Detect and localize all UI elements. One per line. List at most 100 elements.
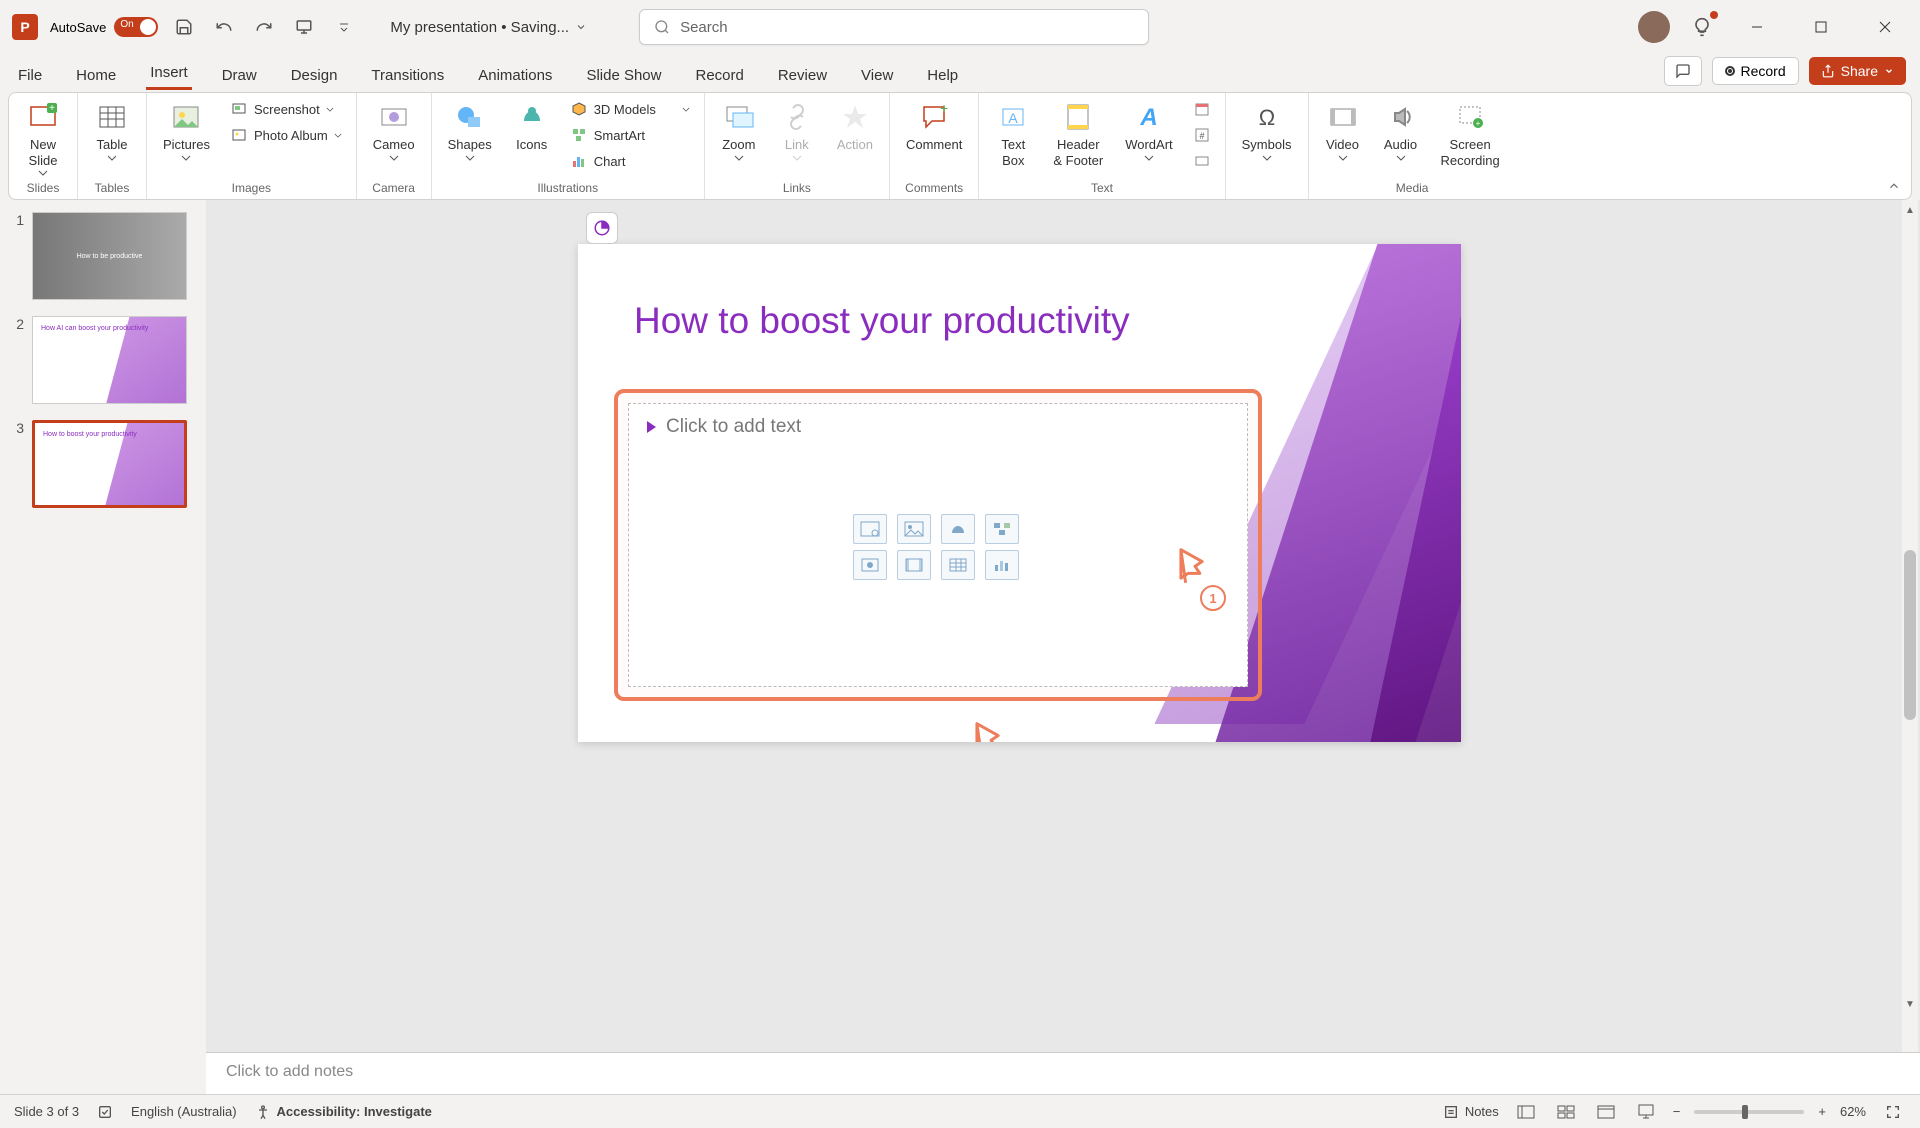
zoom-in-button[interactable]: + bbox=[1818, 1104, 1826, 1119]
spell-check-icon[interactable] bbox=[97, 1104, 113, 1120]
symbols-button[interactable]: ΩSymbols bbox=[1236, 97, 1298, 163]
table-button[interactable]: Table bbox=[88, 97, 136, 163]
object-button[interactable] bbox=[1189, 149, 1215, 173]
insert-video-icon[interactable] bbox=[897, 550, 931, 580]
smartart-button[interactable]: SmartArt bbox=[566, 123, 694, 147]
thumbnail-slide-3[interactable]: 3 How to boost your productivity bbox=[10, 420, 196, 508]
zoom-button[interactable]: Zoom bbox=[715, 97, 763, 163]
notes-toggle[interactable]: Notes bbox=[1443, 1104, 1499, 1120]
search-input[interactable]: Search bbox=[639, 9, 1149, 45]
ribbon: + New Slide Slides Table Tables Pictures bbox=[8, 92, 1912, 200]
new-slide-button[interactable]: + New Slide bbox=[19, 97, 67, 178]
customize-qat-button[interactable] bbox=[330, 13, 358, 41]
thumbnail-slide-1[interactable]: 1 How to be productive bbox=[10, 212, 196, 300]
document-title[interactable]: My presentation • Saving... bbox=[390, 19, 587, 36]
video-button[interactable]: Video bbox=[1319, 97, 1367, 163]
insert-chart-icon[interactable] bbox=[985, 550, 1019, 580]
insert-stock-image-icon[interactable] bbox=[853, 514, 887, 544]
minimize-button[interactable] bbox=[1734, 11, 1780, 43]
wordart-button[interactable]: AWordArt bbox=[1119, 97, 1178, 163]
slide-sorter-button[interactable] bbox=[1553, 1102, 1579, 1122]
comments-pane-button[interactable] bbox=[1664, 56, 1702, 86]
insert-cameo-icon[interactable] bbox=[853, 550, 887, 580]
accessibility-checker[interactable]: Accessibility: Investigate bbox=[255, 1104, 432, 1120]
tab-help[interactable]: Help bbox=[923, 61, 962, 90]
screenshot-button[interactable]: Screenshot bbox=[226, 97, 346, 121]
record-button[interactable]: Record bbox=[1712, 57, 1799, 85]
content-insert-icons bbox=[853, 514, 1023, 580]
designer-button[interactable] bbox=[586, 212, 618, 244]
svg-text:Ω: Ω bbox=[1258, 105, 1274, 130]
slide-counter[interactable]: Slide 3 of 3 bbox=[14, 1104, 79, 1119]
toggle-switch-icon[interactable]: On bbox=[114, 17, 158, 37]
share-button[interactable]: Share bbox=[1809, 57, 1906, 85]
tab-file[interactable]: File bbox=[14, 61, 46, 90]
tab-slideshow[interactable]: Slide Show bbox=[582, 61, 665, 90]
group-label-text: Text bbox=[1091, 181, 1113, 197]
insert-smartart-icon[interactable] bbox=[985, 514, 1019, 544]
notes-pane[interactable]: Click to add notes bbox=[206, 1052, 1920, 1094]
tab-animations[interactable]: Animations bbox=[474, 61, 556, 90]
content-placeholder[interactable]: Click to add text bbox=[628, 403, 1248, 687]
scroll-up-icon[interactable]: ▲ bbox=[1902, 202, 1918, 218]
close-button[interactable] bbox=[1862, 11, 1908, 43]
tab-record[interactable]: Record bbox=[691, 61, 747, 90]
action-button: Action bbox=[831, 97, 879, 155]
tab-home[interactable]: Home bbox=[72, 61, 120, 90]
textbox-button[interactable]: AText Box bbox=[989, 97, 1037, 170]
chevron-down-icon bbox=[1262, 155, 1272, 161]
tab-transitions[interactable]: Transitions bbox=[367, 61, 448, 90]
date-time-button[interactable] bbox=[1189, 97, 1215, 121]
cameo-button[interactable]: Cameo bbox=[367, 97, 421, 163]
insert-picture-icon[interactable] bbox=[897, 514, 931, 544]
normal-view-button[interactable] bbox=[1513, 1102, 1539, 1122]
slide-title[interactable]: How to boost your productivity bbox=[634, 300, 1130, 342]
vertical-scrollbar[interactable]: ▲ ▼ bbox=[1902, 200, 1918, 1052]
language-indicator[interactable]: English (Australia) bbox=[131, 1104, 237, 1119]
save-icon[interactable] bbox=[170, 13, 198, 41]
collapse-ribbon-button[interactable] bbox=[1887, 179, 1901, 193]
redo-button[interactable] bbox=[250, 13, 278, 41]
user-avatar[interactable] bbox=[1638, 11, 1670, 43]
3d-models-button[interactable]: 3D Models bbox=[566, 97, 694, 121]
pictures-button[interactable]: Pictures bbox=[157, 97, 216, 163]
shapes-button[interactable]: Shapes bbox=[442, 97, 498, 163]
maximize-button[interactable] bbox=[1798, 11, 1844, 43]
icons-button[interactable]: Icons bbox=[508, 97, 556, 155]
insert-table-icon[interactable] bbox=[941, 550, 975, 580]
slide-editor: How to boost your productivity Click to … bbox=[206, 200, 1920, 1094]
coming-soon-icon[interactable] bbox=[1688, 13, 1716, 41]
photo-album-button[interactable]: Photo Album bbox=[226, 123, 346, 147]
undo-button[interactable] bbox=[210, 13, 238, 41]
zoom-out-button[interactable]: − bbox=[1673, 1104, 1681, 1119]
reading-view-button[interactable] bbox=[1593, 1102, 1619, 1122]
slide-canvas[interactable]: How to boost your productivity Click to … bbox=[578, 244, 1461, 742]
chart-icon bbox=[570, 152, 588, 170]
comment-button[interactable]: +Comment bbox=[900, 97, 968, 155]
zoom-slider[interactable] bbox=[1694, 1110, 1804, 1114]
tab-design[interactable]: Design bbox=[287, 61, 342, 90]
slideshow-button[interactable] bbox=[1633, 1102, 1659, 1122]
screen-recording-button[interactable]: +Screen Recording bbox=[1435, 97, 1506, 170]
scrollbar-thumb[interactable] bbox=[1904, 550, 1916, 720]
tab-review[interactable]: Review bbox=[774, 61, 831, 90]
audio-button[interactable]: Audio bbox=[1377, 97, 1425, 163]
symbols-icon: Ω bbox=[1249, 99, 1285, 135]
icons-icon bbox=[514, 99, 550, 135]
thumbnail-slide-2[interactable]: 2 How AI can boost your productivity bbox=[10, 316, 196, 404]
zoom-level[interactable]: 62% bbox=[1840, 1104, 1866, 1119]
autosave-toggle[interactable]: AutoSave On bbox=[50, 17, 158, 37]
header-footer-button[interactable]: Header & Footer bbox=[1047, 97, 1109, 170]
slide-thumbnails-pane[interactable]: 1 How to be productive 2 How AI can boos… bbox=[0, 200, 206, 1094]
tab-insert[interactable]: Insert bbox=[146, 58, 192, 90]
chart-button[interactable]: Chart bbox=[566, 149, 694, 173]
fit-to-window-button[interactable] bbox=[1880, 1102, 1906, 1122]
group-label-comments: Comments bbox=[905, 181, 963, 197]
tab-view[interactable]: View bbox=[857, 61, 897, 90]
present-from-start-button[interactable] bbox=[290, 13, 318, 41]
tab-draw[interactable]: Draw bbox=[218, 61, 261, 90]
scroll-down-icon[interactable]: ▼ bbox=[1902, 996, 1918, 1012]
insert-icon-icon[interactable] bbox=[941, 514, 975, 544]
notes-icon bbox=[1443, 1104, 1459, 1120]
slide-number-button[interactable]: # bbox=[1189, 123, 1215, 147]
